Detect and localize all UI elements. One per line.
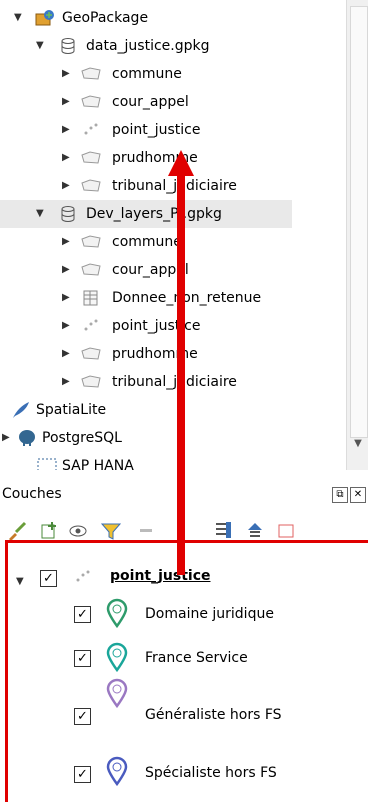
point-layer-icon [84,123,98,135]
polygon-layer-icon [81,179,101,192]
close-panel-icon[interactable]: ✕ [350,487,366,503]
collapsed-arrow-icon[interactable]: ▶ [62,340,70,368]
database-icon [61,38,75,54]
expand-all-icon[interactable] [212,520,234,542]
geopackage-icon [35,10,54,26]
annotation-highlight-box [5,540,368,802]
elephant-icon [19,430,35,446]
collapse-all-icon[interactable] [244,520,266,542]
sap-hana-icon [37,458,57,470]
filter-expression-icon[interactable] [136,520,158,542]
visibility-eye-icon[interactable] [68,520,90,542]
collapsed-arrow-icon[interactable]: ▶ [62,284,70,312]
add-group-icon[interactable] [38,520,60,542]
collapsed-arrow-icon[interactable]: ▶ [62,256,70,284]
tree-item-label: SAP HANA [62,458,134,470]
feather-icon [13,402,29,418]
tree-item-data-justice-gpkg[interactable]: ▼ data_justice.gpkg [0,32,346,60]
collapsed-arrow-icon[interactable]: ▶ [62,116,70,144]
collapsed-arrow-icon[interactable]: ▶ [62,312,70,340]
expanded-arrow-icon[interactable]: ▼ [36,200,44,228]
style-brush-icon[interactable] [6,520,28,542]
filter-icon[interactable] [100,520,122,542]
collapsed-arrow-icon[interactable]: ▶ [62,172,70,200]
collapsed-arrow-icon[interactable]: ▶ [62,144,70,172]
table-layer-icon [83,290,98,306]
tree-item-dev-layers-gpkg[interactable]: ▼ Dev_layers_PJ.gpkg [0,200,292,228]
tree-item-label: SpatiaLite [36,402,107,418]
polygon-layer-icon [81,95,101,108]
polygon-layer-icon [81,375,101,388]
polygon-layer-icon [81,151,101,164]
polygon-layer-icon [81,235,101,248]
tree-item-commune[interactable]: ▶ commune [0,60,346,88]
polygon-layer-icon [81,67,101,80]
collapsed-arrow-icon[interactable]: ▶ [62,60,70,88]
tree-item-label: Dev_layers_PJ.gpkg [86,206,222,222]
tree-item-geopackage[interactable]: ▼ GeoPackage [0,4,346,32]
collapsed-arrow-icon[interactable]: ▶ [62,228,70,256]
float-panel-icon[interactable]: ⧉ [332,487,348,503]
tree-item-label: commune [112,66,182,82]
tree-item-label: data_justice.gpkg [86,38,210,54]
polygon-layer-icon [81,263,101,276]
database-icon [61,206,75,222]
tree-item-label: PostgreSQL [42,430,122,446]
expanded-arrow-icon[interactable]: ▼ [14,4,22,32]
annotation-arrow-icon [168,150,194,575]
scroll-down-icon[interactable]: ▼ [347,438,368,452]
remove-layer-icon[interactable] [276,520,298,542]
panel-title: Couches [2,486,62,502]
scrollbar-thumb[interactable] [350,6,368,438]
point-layer-icon [84,319,98,331]
tree-item-label: GeoPackage [62,10,149,26]
polygon-layer-icon [81,347,101,360]
tree-item-cour-appel[interactable]: ▶ cour_appel [0,88,346,116]
collapsed-arrow-icon[interactable]: ▶ [62,88,70,116]
browser-scrollbar[interactable]: ▼ [346,0,368,470]
tree-item-label: point_justice [112,122,201,138]
expanded-arrow-icon[interactable]: ▼ [36,32,44,60]
tree-item-point-justice[interactable]: ▶ point_justice [0,116,346,144]
collapsed-arrow-icon[interactable]: ▶ [2,424,10,452]
tree-item-label: cour_appel [112,94,189,110]
collapsed-arrow-icon[interactable]: ▶ [62,368,70,396]
